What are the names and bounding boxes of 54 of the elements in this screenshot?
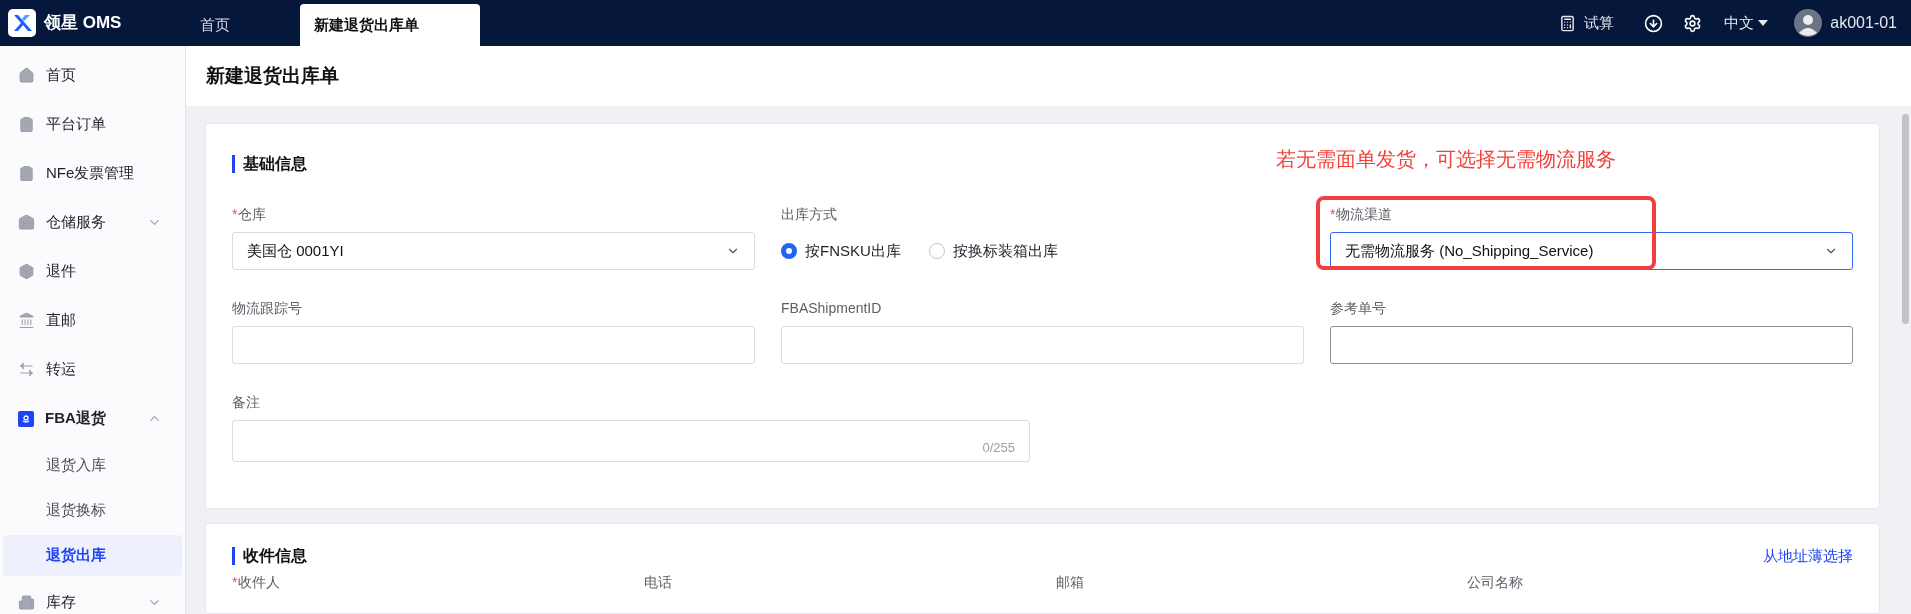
address-book-link[interactable]: 从地址薄选择 [1763,544,1853,568]
field-label: 物流跟踪号 [232,299,303,318]
transfer-icon [18,361,35,378]
user-name[interactable]: ak001-01 [1830,11,1897,35]
input-field[interactable] [1330,326,1853,364]
annotation-text: 若无需面单发货，可选择无需物流服务 [1276,147,1616,172]
sidebar-item[interactable]: 转运 [3,345,182,394]
download-icon[interactable] [1644,13,1664,33]
sidebar-item[interactable]: 直邮 [3,296,182,345]
home-icon [18,67,35,84]
language-select[interactable]: 中文 [1724,11,1769,35]
field-label: 电话 [643,573,673,592]
settings-icon[interactable] [1683,13,1703,33]
calculate-button[interactable]: 试算 [1559,11,1615,35]
sidebar-item[interactable]: NFe发票管理 [3,149,182,198]
building-icon [18,594,35,611]
page-title: 新建退货出库单 [206,63,339,88]
sidebar-subitem[interactable]: 退货出库 [3,535,182,576]
field-label: *仓库 [232,205,268,224]
sidebar-item[interactable]: 首页 [3,51,182,100]
radio-option[interactable]: 按FNSKU出库 [781,239,901,263]
radio-option[interactable]: 按换标装箱出库 [928,239,1058,263]
field-label: *物流渠道 [1330,205,1394,224]
page-tab[interactable]: 首页 [190,4,300,46]
field-label: 参考单号 [1330,299,1387,318]
field-label: *收件人 [232,573,282,592]
section-title: 基础信息 [232,155,307,173]
box-icon [18,263,35,280]
clipboard-icon [18,165,35,182]
select-field[interactable]: 美国仓 0001YI [232,232,755,270]
logo-icon [8,9,36,37]
sidebar-item[interactable]: 仓储服务 [3,198,182,247]
field-label: FBAShipmentID [781,299,883,318]
field-label: 邮箱 [1055,573,1085,592]
clipboard-icon [18,116,35,133]
section-title: 收件信息 [232,547,307,565]
sidebar-item[interactable]: FBA退货 [3,394,182,443]
sidebar-item[interactable]: 库存 [3,578,182,614]
character-counter: 0/255 [982,438,1015,457]
field-label: 出库方式 [781,205,838,224]
scrollbar-thumb[interactable] [1901,114,1909,324]
calculator-icon [1559,14,1577,32]
page-tab[interactable]: 新建退货出库单 [300,4,480,46]
field-label: 备注 [232,393,261,412]
warehouse-icon [18,214,35,231]
avatar-icon[interactable] [1794,9,1823,37]
select-field[interactable]: 无需物流服务 (No_Shipping_Service) [1330,232,1853,270]
sidebar-subitem[interactable]: 退货换标 [3,490,182,531]
field-label: 公司名称 [1467,573,1525,592]
sidebar-subitem[interactable]: 退货入库 [3,445,182,486]
sidebar-item[interactable]: 平台订单 [3,100,182,149]
brand-name: 领星 OMS [44,12,122,35]
caret-icon [1758,20,1769,26]
sidebar-item[interactable]: 退件 [3,247,182,296]
